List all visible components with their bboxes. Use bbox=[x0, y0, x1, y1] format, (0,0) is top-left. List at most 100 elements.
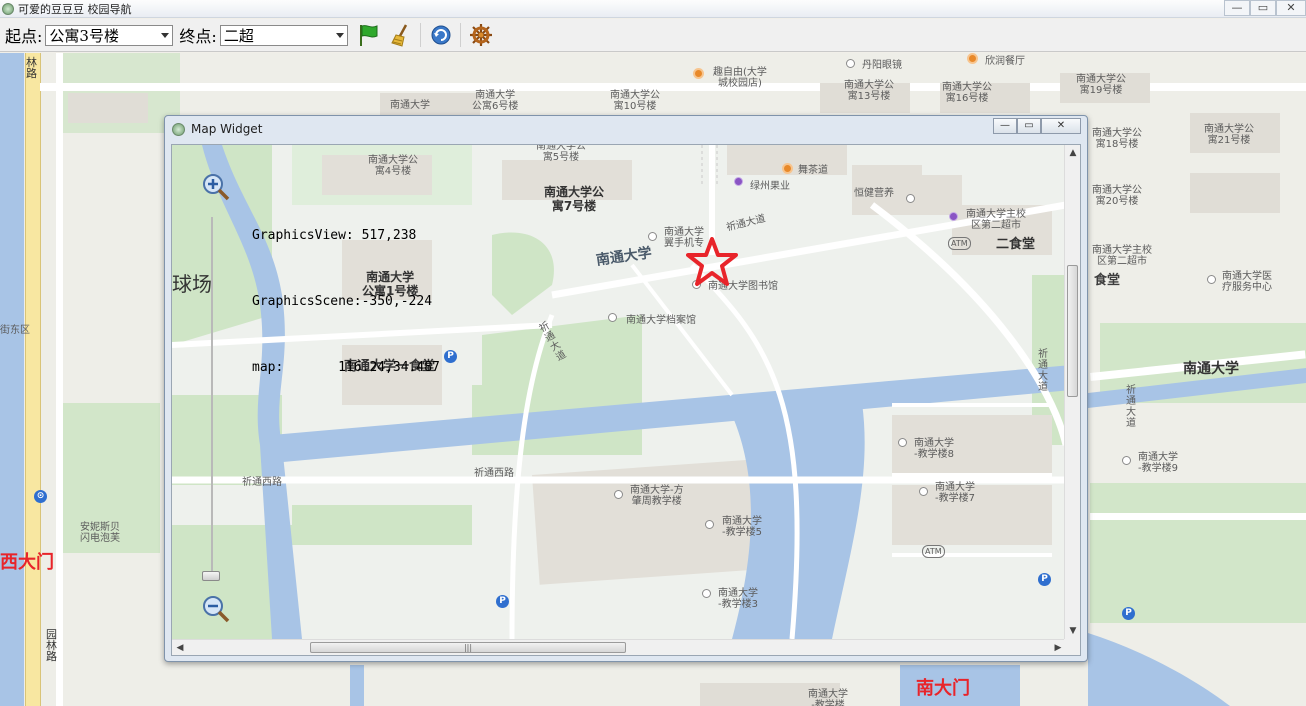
place-label: 欣润餐厅 bbox=[985, 56, 1025, 67]
refresh-button[interactable] bbox=[428, 22, 454, 48]
close-button[interactable]: ✕ bbox=[1041, 118, 1081, 134]
place-marker-icon[interactable] bbox=[919, 487, 928, 496]
restaurant-icon[interactable] bbox=[693, 68, 704, 79]
restaurant-icon[interactable] bbox=[782, 163, 793, 174]
road-label: 祈 通 大 道 bbox=[1126, 385, 1136, 429]
zoom-slider-track[interactable] bbox=[211, 217, 213, 577]
graphics-scene-label: GraphicsScene: bbox=[252, 294, 362, 309]
map-widget-title-bar: Map Widget — ▭ ✕ bbox=[165, 116, 1087, 142]
zoom-out-button[interactable] bbox=[202, 595, 230, 623]
building-label: 南通大学 bbox=[390, 100, 430, 111]
window-controls: — ▭ ✕ bbox=[1224, 0, 1306, 18]
building-label: 南通大学公 寓19号楼 bbox=[1076, 74, 1126, 96]
title-bar: 可爱的豆豆豆 校园导航 — ▭ ✕ bbox=[0, 0, 1306, 18]
scroll-up-arrow-icon[interactable]: ▲ bbox=[1065, 145, 1080, 161]
app-icon bbox=[172, 122, 185, 136]
place-marker-icon[interactable] bbox=[1122, 456, 1131, 465]
place-label: 安妮斯贝 闪电泡芙 bbox=[80, 522, 120, 544]
navigate-button[interactable] bbox=[468, 22, 494, 48]
parking-icon[interactable]: P bbox=[1038, 573, 1051, 586]
parking-icon[interactable]: P bbox=[496, 595, 509, 608]
place-marker-icon[interactable] bbox=[898, 438, 907, 447]
star-marker-icon[interactable] bbox=[686, 237, 738, 287]
window-title: 可爱的豆豆豆 校园导航 bbox=[18, 2, 132, 16]
place-label: 绿州果业 bbox=[750, 181, 790, 192]
place-marker-icon[interactable] bbox=[614, 490, 623, 499]
map-coord-value: 116.24,34.487 bbox=[338, 360, 440, 375]
maximize-button[interactable]: ▭ bbox=[1250, 0, 1276, 16]
building-label: 南通大学公 寓4号楼 bbox=[368, 155, 418, 177]
zoom-in-button[interactable] bbox=[202, 173, 230, 201]
flag-icon bbox=[359, 25, 378, 46]
chevron-down-icon bbox=[335, 32, 344, 38]
end-select-value: 二超 bbox=[223, 26, 254, 45]
building-label: 南通大学-方 肇周教学楼 bbox=[630, 485, 684, 507]
building-label: 南通大学 -教学楼5 bbox=[722, 516, 762, 538]
place-marker-icon[interactable] bbox=[705, 520, 714, 529]
road-label: 林 路 bbox=[26, 56, 37, 80]
place-marker-icon[interactable] bbox=[846, 59, 855, 68]
toolbar-separator bbox=[459, 23, 461, 47]
minimize-button[interactable]: — bbox=[993, 118, 1017, 134]
scroll-down-arrow-icon[interactable]: ▼ bbox=[1065, 623, 1080, 639]
graphics-view[interactable]: 南通大学公 寓4号楼 南通大学公 寓5号楼 南通大学公 寓7号楼 南通大学 公寓… bbox=[171, 144, 1081, 656]
place-label: 恒健营养 bbox=[854, 188, 894, 199]
horizontal-scrollbar[interactable]: ◀ ||| ▶ bbox=[172, 639, 1066, 655]
restaurant-icon[interactable] bbox=[967, 53, 978, 64]
end-label: 终点: bbox=[179, 27, 217, 46]
atm-icon[interactable]: ATM bbox=[948, 237, 971, 250]
start-label: 起点: bbox=[5, 27, 43, 46]
place-marker-icon[interactable] bbox=[906, 194, 915, 203]
graphics-view-value: 517,238 bbox=[361, 228, 417, 243]
place-label: 南通大学医 疗服务中心 bbox=[1222, 271, 1272, 293]
place-label: 丹阳眼镜 bbox=[862, 60, 902, 71]
parking-icon[interactable]: P bbox=[1122, 607, 1135, 620]
building-label: 南通大学公 寓10号楼 bbox=[610, 90, 660, 112]
vertical-scrollbar[interactable]: ▲ ▼ bbox=[1064, 145, 1080, 639]
app-window: 可爱的豆豆豆 校园导航 — ▭ ✕ 起点: 公寓3号楼 终点: 二超 林 路 园… bbox=[0, 0, 1306, 706]
shop-icon[interactable] bbox=[734, 177, 743, 186]
gate-label: 南大门 bbox=[916, 678, 970, 699]
scroll-left-arrow-icon[interactable]: ◀ bbox=[172, 640, 188, 655]
building-label: 南通大学 -教学楼3 bbox=[718, 588, 758, 610]
place-label: 球场 bbox=[172, 272, 212, 296]
map-widget-window: Map Widget — ▭ ✕ 南通大学公 寓4号楼 南通大学公 寓5号楼 南… bbox=[164, 115, 1088, 662]
refresh-icon bbox=[431, 25, 451, 45]
clear-button[interactable] bbox=[388, 22, 414, 48]
end-select[interactable]: 二超 bbox=[219, 24, 348, 46]
parking-icon[interactable]: P bbox=[444, 350, 457, 363]
campus-label: 南通大学 bbox=[1183, 361, 1239, 377]
zoom-slider-handle[interactable] bbox=[202, 571, 220, 581]
close-button[interactable]: ✕ bbox=[1276, 0, 1306, 16]
graphics-scene-value: -350,-224 bbox=[361, 294, 433, 309]
gate-label: 西大门 bbox=[0, 552, 54, 573]
building-label: 南通大学公 寓7号楼 bbox=[544, 185, 605, 213]
horizontal-scroll-thumb[interactable]: ||| bbox=[310, 642, 626, 653]
road-label: 祈 通 大 道 bbox=[1038, 349, 1048, 393]
supermarket-icon[interactable] bbox=[949, 212, 958, 221]
toolbar-separator bbox=[419, 23, 421, 47]
building-label: 南通大学公 寓5号楼 bbox=[536, 144, 586, 163]
place-marker-icon[interactable] bbox=[1207, 275, 1216, 284]
building-label: 南通大学 -教学楼8 bbox=[914, 438, 954, 460]
building-label: 南通大学公 寓20号楼 bbox=[1092, 185, 1142, 207]
road-label: 祈通西路 bbox=[474, 468, 514, 479]
start-select[interactable]: 公寓3号楼 bbox=[45, 24, 174, 46]
building-label: 南通大学公 寓21号楼 bbox=[1204, 124, 1254, 146]
flag-button[interactable] bbox=[355, 22, 381, 48]
place-label: 趣自由(大学 城校园店) bbox=[713, 67, 767, 89]
place-marker-icon[interactable] bbox=[702, 589, 711, 598]
graphics-view-row: GraphicsView: 517,238 bbox=[252, 225, 440, 247]
place-label: 二食堂 bbox=[996, 237, 1036, 252]
place-marker-icon[interactable] bbox=[648, 232, 657, 241]
building-label: 南通大学 -教学楼9 bbox=[1138, 452, 1178, 474]
vertical-scroll-thumb[interactable] bbox=[1067, 265, 1078, 397]
place-marker-icon[interactable] bbox=[608, 313, 617, 322]
minimize-button[interactable]: — bbox=[1224, 0, 1250, 16]
atm-icon[interactable]: ATM bbox=[922, 545, 945, 558]
maximize-button[interactable]: ▭ bbox=[1017, 118, 1041, 134]
bus-stop-icon[interactable]: ⊙ bbox=[34, 490, 47, 503]
graphics-view-label: GraphicsView: bbox=[252, 228, 354, 243]
place-label: 街东区 bbox=[0, 325, 30, 336]
graphics-scene-row: GraphicsScene:-350,-224 bbox=[252, 291, 440, 313]
